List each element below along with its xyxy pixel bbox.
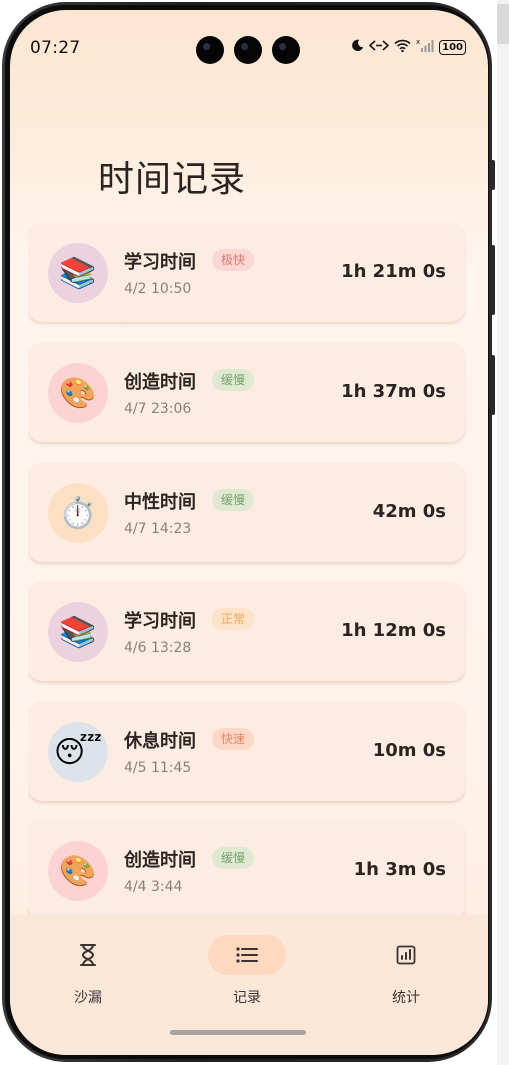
- record-card[interactable]: ⏱️ 中性时间 缓慢 4/7 14:23 42m 0s: [28, 463, 465, 562]
- moon-icon: [351, 39, 364, 56]
- record-date: 4/4 3:44: [124, 879, 183, 895]
- record-duration: 1h 3m 0s: [353, 859, 446, 880]
- record-duration: 1h 37m 0s: [341, 381, 446, 402]
- bar-chart-icon: [396, 935, 416, 975]
- record-card[interactable]: 😴 休息时间 快速 4/5 11:45 10m 0s: [28, 702, 465, 801]
- record-date: 4/2 10:50: [124, 281, 192, 297]
- record-category: 休息时间: [124, 731, 196, 752]
- signal-icon: x: [416, 38, 434, 56]
- battery-indicator: 100: [439, 39, 466, 55]
- palette-icon: 🎨: [48, 363, 108, 423]
- background-window-edge: [497, 0, 509, 1065]
- status-bar: 07:27 x 100: [10, 10, 488, 70]
- books-icon: 📚: [48, 602, 108, 662]
- speed-badge: 缓慢: [212, 369, 255, 391]
- nav-label: 沙漏: [74, 990, 102, 1006]
- record-card[interactable]: 📚 学习时间 极快 4/2 10:50 1h 21m 0s: [28, 223, 465, 322]
- background-tab: [497, 4, 509, 44]
- hourglass-icon: [78, 935, 98, 975]
- speed-badge: 缓慢: [212, 847, 255, 869]
- record-duration: 10m 0s: [372, 740, 446, 761]
- speed-badge: 极快: [212, 249, 255, 271]
- record-category: 学习时间: [124, 252, 196, 273]
- record-date: 4/6 13:28: [124, 640, 192, 656]
- nav-label: 记录: [233, 990, 261, 1006]
- list-icon: [236, 935, 258, 975]
- status-time: 07:27: [30, 38, 81, 58]
- svg-text:x: x: [416, 38, 420, 46]
- record-category: 创造时间: [124, 372, 196, 393]
- record-card[interactable]: 📚 学习时间 正常 4/6 13:28 1h 12m 0s: [28, 582, 465, 681]
- record-category: 学习时间: [124, 611, 196, 632]
- record-list[interactable]: 📚 学习时间 极快 4/2 10:50 1h 21m 0s 🎨 创造时间 缓慢 …: [28, 223, 466, 923]
- record-date: 4/7 14:23: [124, 521, 192, 537]
- phone-volume-down-button: [491, 355, 495, 415]
- books-icon: 📚: [48, 243, 108, 303]
- camera-cutout: [196, 36, 224, 64]
- record-date: 4/7 23:06: [124, 401, 192, 417]
- speed-badge: 缓慢: [212, 489, 255, 511]
- record-card[interactable]: 🎨 创造时间 缓慢 4/4 3:44 1h 3m 0s: [28, 821, 465, 920]
- record-card[interactable]: 🎨 创造时间 缓慢 4/7 23:06 1h 37m 0s: [28, 343, 465, 442]
- sleeping-face-icon: 😴: [48, 722, 108, 782]
- record-duration: 42m 0s: [372, 501, 446, 522]
- phone-volume-up-button: [491, 245, 495, 315]
- record-category: 创造时间: [124, 850, 196, 871]
- phone-screen: 07:27 x 100 时间记录 📚 学习时间 极快 4/2 10:50 1h …: [10, 10, 488, 1055]
- phone-side-button: [491, 160, 495, 190]
- camera-cutout: [234, 36, 262, 64]
- data-transfer-icon: [368, 39, 390, 56]
- speed-badge: 正常: [212, 608, 255, 630]
- speed-badge: 快速: [212, 728, 255, 750]
- page-title: 时间记录: [98, 159, 247, 200]
- record-duration: 1h 12m 0s: [341, 620, 446, 641]
- nav-label: 统计: [392, 990, 420, 1006]
- home-indicator[interactable]: [170, 1030, 306, 1035]
- record-date: 4/5 11:45: [124, 760, 192, 776]
- palette-icon: 🎨: [48, 841, 108, 901]
- wifi-icon: [394, 39, 411, 56]
- record-category: 中性时间: [124, 492, 196, 513]
- record-duration: 1h 21m 0s: [341, 261, 446, 282]
- status-icons: x 100: [351, 38, 466, 56]
- camera-cutout: [272, 36, 300, 64]
- stopwatch-icon: ⏱️: [48, 483, 108, 543]
